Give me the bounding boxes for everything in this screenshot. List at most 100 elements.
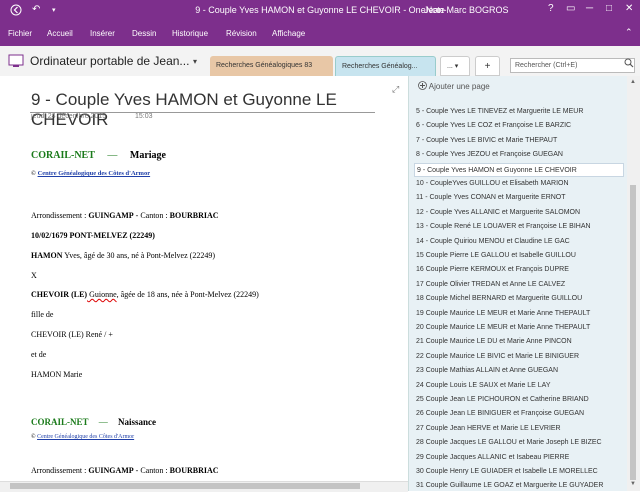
- page-list-item[interactable]: 12 - Couple Yves ALLANIC et Marguerite S…: [414, 206, 624, 220]
- husband-details: Yves, âgé de 30 ans, né à Pont-Melvez (2…: [62, 251, 215, 260]
- heading-mariage[interactable]: CORAIL-NET — Mariage: [31, 150, 166, 161]
- page-list-item[interactable]: 7 - Couple Yves LE BIVIC et Marie THEPAU…: [414, 134, 624, 148]
- wife-surname: CHEVOIR (LE): [31, 290, 88, 299]
- page-title[interactable]: 9 - Couple Yves HAMON et Guyonne LE CHEV…: [31, 90, 408, 130]
- vertical-scroll-thumb[interactable]: [630, 185, 636, 480]
- ribbon-display-icon[interactable]: ▭: [566, 3, 575, 14]
- page-list-item[interactable]: 30 Couple Henry LE GUIADER et Isabelle L…: [414, 465, 624, 479]
- arr-value: GUINGAMP: [88, 211, 134, 220]
- page-list-item[interactable]: 6 - Couple Yves LE COZ et Françoise LE B…: [414, 119, 624, 133]
- help-button[interactable]: ?: [548, 3, 554, 14]
- arrondissement-line-2: Arrondissement : GUINGAMP - Canton : BOU…: [31, 466, 219, 475]
- page-list-item[interactable]: 14 - Couple Quiriou MENOU et Claudine LE…: [414, 235, 624, 249]
- tab-dessin[interactable]: Dessin: [132, 29, 156, 38]
- maximize-button[interactable]: □: [606, 3, 612, 14]
- collapse-ribbon-icon[interactable]: ⌃: [625, 27, 633, 38]
- corail-label-2: CORAIL-NET: [31, 417, 89, 427]
- arrondissement-line-1: Arrondissement : GUINGAMP - Canton : BOU…: [31, 211, 219, 220]
- tab-fichier[interactable]: Fichier: [8, 29, 32, 38]
- heading-dash-2: —: [98, 417, 108, 427]
- heading-naissance[interactable]: CORAIL-NET — Naissance: [31, 417, 156, 427]
- section-overflow-dropdown-icon: ▾: [454, 63, 459, 70]
- heading-dash: —: [107, 150, 118, 161]
- page-list-item[interactable]: 10 - CoupleYves GUILLOU et Elisabeth MAR…: [414, 177, 624, 191]
- fille-de: fille de: [31, 310, 54, 319]
- x-marker: X: [31, 271, 37, 280]
- page-time: 15:03: [135, 113, 153, 120]
- page-list-item[interactable]: 31 Couple Guillaume LE GOAZ et Marguerit…: [414, 479, 624, 491]
- cg-link-2[interactable]: Centre Généalogique des Côtes d'Armor: [37, 434, 134, 440]
- title-bar: ↶ ▾ 9 - Couple Yves HAMON et Guyonne LE …: [0, 0, 640, 24]
- page-list-item[interactable]: 9 - Couple Yves HAMON et Guyonne LE CHEV…: [414, 162, 624, 177]
- canton-value-2: BOURBRIAC: [169, 466, 219, 475]
- user-name[interactable]: Jean-Marc BOGROS: [424, 5, 509, 15]
- et-de: et de: [31, 350, 47, 359]
- tab-accueil[interactable]: Accueil: [47, 29, 73, 38]
- page-list-item[interactable]: 17 Couple Olivier TREDAN et Anne LE CALV…: [414, 278, 624, 292]
- canton-value: BOURBRIAC: [169, 211, 219, 220]
- page-list-item[interactable]: 23 Couple Mathias ALLAIN et Anne GUEGAN: [414, 364, 624, 378]
- page-list-item[interactable]: 15 Couple Pierre LE GALLOU et Isabelle G…: [414, 249, 624, 263]
- page-list-item[interactable]: 16 Couple Pierre KERMOUX et François DUP…: [414, 263, 624, 277]
- section-overflow[interactable]: ... ▾: [440, 56, 470, 76]
- notebook-icon[interactable]: [8, 54, 24, 73]
- expand-icon[interactable]: ⤢: [392, 84, 399, 95]
- page-list-item[interactable]: 27 Couple Jean HERVE et Marie LE LEVRIER: [414, 422, 624, 436]
- mother-line: HAMON Marie: [31, 370, 83, 379]
- page-list-item[interactable]: 13 - Couple René LE LOUAVER et Françoise…: [414, 220, 624, 234]
- husband-name: HAMON: [31, 251, 63, 260]
- page-date: jeudi 24 décembre 2015: [31, 113, 107, 120]
- page-list-item[interactable]: 11 - Couple Yves CONAN et Marguerite ERN…: [414, 191, 624, 205]
- search-icon[interactable]: [624, 58, 634, 70]
- mariage-label: Mariage: [129, 150, 166, 161]
- scroll-up-icon[interactable]: ▲: [630, 79, 636, 85]
- wife-firstname: Guionne: [87, 290, 117, 299]
- page-list-item[interactable]: 8 - Couple Yves JEZOU et Françoise GUEGA…: [414, 148, 624, 162]
- close-button[interactable]: ✕: [625, 3, 633, 14]
- copyright-symbol: ©: [31, 170, 36, 177]
- search-input[interactable]: Rechercher (Ctrl+E): [510, 58, 635, 73]
- tab-inserer[interactable]: Insérer: [90, 29, 115, 38]
- minimize-button[interactable]: ─: [586, 3, 593, 14]
- page-list-item[interactable]: 18 Couple Michel BERNARD et Marguerite G…: [414, 292, 624, 306]
- page-list-item[interactable]: 25 Couple Jean LE PICHOURON et Catherine…: [414, 393, 624, 407]
- horizontal-scroll-thumb[interactable]: [10, 483, 360, 489]
- section-tab-2[interactable]: Recherches Généalog...: [335, 56, 436, 76]
- tab-revision[interactable]: Révision: [226, 29, 257, 38]
- notebook-dropdown-icon[interactable]: ▾: [193, 57, 197, 66]
- page-list-item[interactable]: 29 Couple Jacques ALLANIC et Isabeau PIE…: [414, 451, 624, 465]
- page-list-item[interactable]: 21 Couple Maurice LE DU et Marie Anne PI…: [414, 335, 624, 349]
- cg-link-1[interactable]: Centre Généalogique des Côtes d'Armor: [38, 170, 151, 177]
- section-overflow-label: ...: [447, 63, 453, 70]
- page-list-item[interactable]: 28 Couple Jacques LE GALLOU et Marie Jos…: [414, 436, 624, 450]
- notebook-name[interactable]: Ordinateur portable de Jean...: [30, 54, 189, 68]
- ribbon-tabs: Fichier Accueil Insérer Dessin Historiqu…: [0, 24, 640, 46]
- page-list-item[interactable]: 26 Couple Jean LE BINIGUER et Françoise …: [414, 407, 624, 421]
- add-section-button[interactable]: +: [475, 56, 500, 76]
- arr-label-2: Arrondissement :: [31, 466, 89, 475]
- page-list-item[interactable]: 5 - Couple Yves LE TINEVEZ et Marguerite…: [414, 105, 624, 119]
- notebook-bar: Ordinateur portable de Jean... ▾ Recherc…: [0, 46, 640, 77]
- scroll-down-icon[interactable]: ▼: [630, 481, 636, 487]
- page-list-separator: [409, 95, 628, 103]
- add-page-button[interactable]: Ajouter une page: [418, 81, 490, 91]
- arr-label: Arrondissement :: [31, 211, 89, 220]
- page-list-item[interactable]: 19 Couple Maurice LE MEUR et Marie Anne …: [414, 307, 624, 321]
- tab-affichage[interactable]: Affichage: [272, 29, 305, 38]
- wife-details: , âgée de 18 ans, née à Pont-Melvez (222…: [116, 290, 259, 299]
- source-line-1: © Centre Généalogique des Côtes d'Armor: [31, 170, 150, 177]
- page-list-item[interactable]: 22 Couple Maurice LE BIVIC et Marie LE B…: [414, 350, 624, 364]
- tab-historique[interactable]: Historique: [172, 29, 208, 38]
- wife-line: CHEVOIR (LE) Guionne, âgée de 18 ans, né…: [31, 290, 259, 299]
- copyright-symbol-2: ©: [31, 434, 36, 440]
- section-tab-1[interactable]: Recherches Généalogiques 83: [210, 56, 333, 76]
- add-page-icon: [418, 81, 429, 91]
- arr-value-2: GUINGAMP: [88, 466, 134, 475]
- page-list-pane: Ajouter une page 5 - Couple Yves LE TINE…: [408, 76, 628, 491]
- canton-label: - Canton :: [133, 211, 170, 220]
- page-list-item[interactable]: 20 Couple Maurice LE MEUR et Marie Anne …: [414, 321, 624, 335]
- page-list-item[interactable]: 24 Couple Louis LE SAUX et Marie LE LAY: [414, 379, 624, 393]
- page-canvas[interactable]: 9 - Couple Yves HAMON et Guyonne LE CHEV…: [0, 76, 408, 481]
- naissance-label: Naissance: [118, 417, 157, 427]
- husband-line: HAMON Yves, âgé de 30 ans, né à Pont-Mel…: [31, 251, 215, 260]
